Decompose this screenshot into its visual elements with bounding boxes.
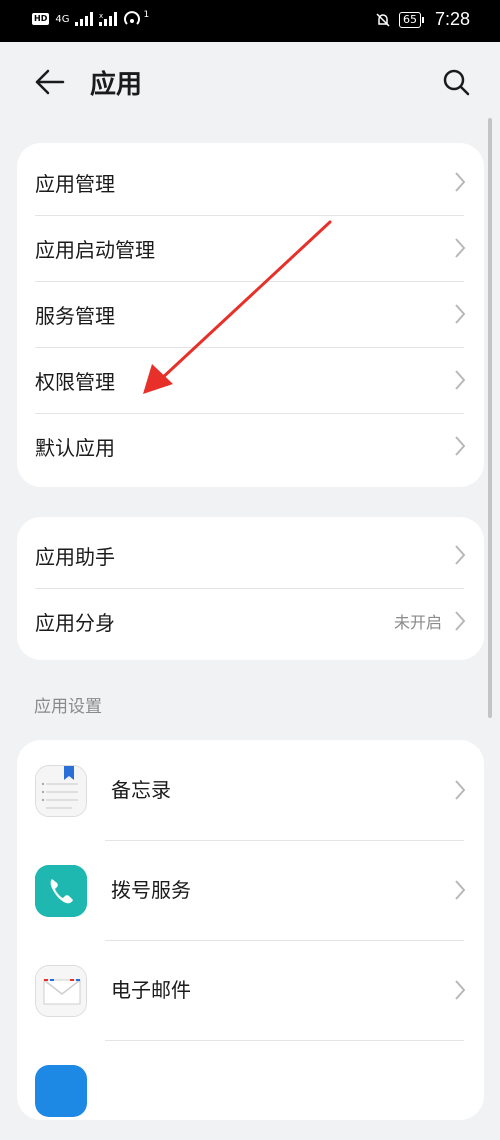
chevron-right-icon [455,172,466,192]
app-assistant-card: 应用助手 应用分身 未开启 [17,517,484,660]
scrollbar[interactable] [488,118,492,718]
app-header: 应用 [0,42,500,122]
chevron-right-icon [455,238,466,258]
row-default-apps[interactable]: 默认应用 [17,413,484,479]
chevron-right-icon [455,436,466,456]
app-management-card: 应用管理 应用启动管理 服务管理 权限管理 默认应用 [17,143,484,487]
app-label: 备忘录 [111,778,171,802]
app-row-partial[interactable] [17,1040,484,1140]
status-bar: HD 4G x 1 65 7:28 [0,0,500,42]
row-label: 应用分身 [35,610,115,635]
app-row-email[interactable]: 电子邮件 [17,940,484,1040]
row-app-assistant[interactable]: 应用助手 [17,522,484,588]
chevron-right-icon [455,880,466,900]
row-service-management[interactable]: 服务管理 [17,281,484,347]
app-label: 电子邮件 [111,978,191,1002]
status-time: 7:28 [434,9,470,29]
chevron-right-icon [455,304,466,324]
phone-icon [35,865,87,917]
chevron-right-icon [455,370,466,390]
hotspot-count: 1 [143,10,150,20]
row-label: 权限管理 [35,369,115,394]
row-label: 服务管理 [35,303,115,328]
chevron-right-icon [455,980,466,1000]
signal-no-sim-icon: x [99,12,118,26]
status-right: 65 7:28 [375,9,470,30]
mute-bell-icon [376,12,390,27]
app-row-dialer[interactable]: 拨号服务 [17,840,484,940]
arrow-left-icon [35,69,65,95]
hotspot-icon [124,11,141,25]
row-label: 应用助手 [35,544,115,569]
hd-badge: HD [32,13,50,25]
row-label: 默认应用 [35,435,115,460]
app-settings-card: 备忘录 拨号服务 电子邮件 [17,740,484,1120]
chevron-right-icon [455,611,466,631]
status-left: HD 4G x 1 [32,10,149,28]
section-title-app-settings: 应用设置 [34,697,102,717]
back-button[interactable] [28,62,72,102]
app-row-notepad[interactable]: 备忘录 [17,740,484,840]
search-icon [443,69,470,96]
chevron-right-icon [455,780,466,800]
row-app-twin[interactable]: 应用分身 未开启 [17,588,484,654]
row-app-management[interactable]: 应用管理 [17,149,484,215]
mail-icon [35,965,87,1017]
search-button[interactable] [436,62,476,102]
row-value: 未开启 [393,613,442,632]
notepad-icon [35,765,87,817]
app-label: 拨号服务 [111,878,191,902]
page-title: 应用 [90,70,143,100]
row-app-launch-management[interactable]: 应用启动管理 [17,215,484,281]
app-partial-icon [35,1065,87,1117]
chevron-right-icon [455,545,466,565]
signal-icon [75,12,94,26]
svg-text:x: x [99,12,103,20]
row-label: 应用启动管理 [35,237,155,262]
row-label: 应用管理 [35,171,115,196]
network-label: 4G [55,13,70,25]
row-permission-management[interactable]: 权限管理 [17,347,484,413]
battery-indicator: 65 [398,11,424,28]
